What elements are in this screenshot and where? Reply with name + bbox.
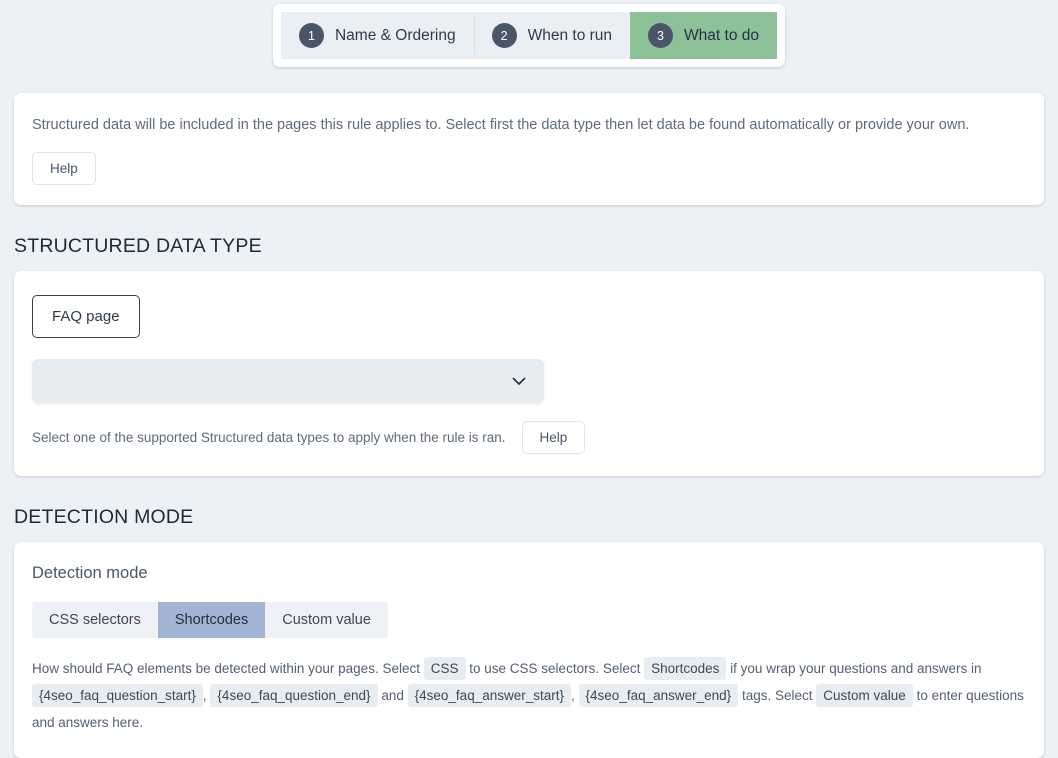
structured-data-type-help-button[interactable]: Help <box>521 421 586 455</box>
description-text: if you wrap your questions and answers i… <box>730 661 982 677</box>
detection-mode-option-custom-value[interactable]: Custom value <box>265 602 388 639</box>
detection-mode-option-css-selectors[interactable]: CSS selectors <box>32 602 158 639</box>
step-number-badge: 3 <box>648 23 674 48</box>
notice-help-button[interactable]: Help <box>32 152 96 186</box>
inline-code-tag: {4seo_faq_answer_start} <box>407 684 571 708</box>
detection-mode-card: Detection mode CSS selectors Shortcodes … <box>14 542 1044 758</box>
structured-data-type-select-row <box>32 359 1026 404</box>
step-number-badge: 2 <box>491 23 517 48</box>
detection-mode-description: How should FAQ elements be detected with… <box>32 655 1026 736</box>
step-wizard: 1 Name & Ordering 2 When to run 3 What t… <box>272 4 785 67</box>
description-text: to use CSS selectors. Select <box>469 661 641 677</box>
inline-code-tag: {4seo_faq_answer_end} <box>578 684 739 708</box>
step-number-badge: 1 <box>298 23 324 48</box>
description-text: , <box>571 688 575 704</box>
structured-data-type-select[interactable] <box>32 359 544 404</box>
wizard-step-1[interactable]: 1 Name & Ordering <box>280 12 474 59</box>
chevron-down-icon <box>509 371 529 391</box>
description-text: and <box>381 688 404 704</box>
detection-mode-heading: DETECTION MODE <box>14 506 194 529</box>
structured-data-type-card: FAQ page Select one of the supported Str… <box>14 271 1044 477</box>
step-label: When to run <box>527 26 613 44</box>
inline-code-tag: {4seo_faq_question_start} <box>32 684 203 708</box>
detection-mode-segmented-control: CSS selectors Shortcodes Custom value <box>32 602 388 639</box>
wizard-step-3[interactable]: 3 What to do <box>630 12 777 59</box>
inline-code-tag: Shortcodes <box>644 657 727 681</box>
inline-code-tag: CSS <box>423 657 466 681</box>
notice-card: Structured data will be included in the … <box>14 93 1044 206</box>
step-label: Name & Ordering <box>334 26 456 44</box>
faq-page-tab[interactable]: FAQ page <box>32 295 140 339</box>
notice-text: Structured data will be included in the … <box>32 117 970 133</box>
structured-data-type-help-row: Select one of the supported Structured d… <box>32 421 1026 455</box>
wizard-step-2[interactable]: 2 When to run <box>473 12 631 59</box>
description-text: , <box>202 688 207 704</box>
step-label: What to do <box>684 26 759 44</box>
detection-mode-label: Detection mode <box>32 564 148 583</box>
structured-data-type-hint: Select one of the supported Structured d… <box>32 430 506 446</box>
wizard-container: 1 Name & Ordering 2 When to run 3 What t… <box>0 0 1058 67</box>
description-text: tags. Select <box>741 688 813 704</box>
structured-data-type-heading: STRUCTURED DATA TYPE <box>14 235 262 258</box>
inline-code-tag: Custom value <box>816 684 913 708</box>
inline-code-tag: {4seo_faq_question_end} <box>210 684 378 708</box>
description-text: How should FAQ elements be detected with… <box>32 661 420 677</box>
detection-mode-option-shortcodes[interactable]: Shortcodes <box>157 602 266 639</box>
